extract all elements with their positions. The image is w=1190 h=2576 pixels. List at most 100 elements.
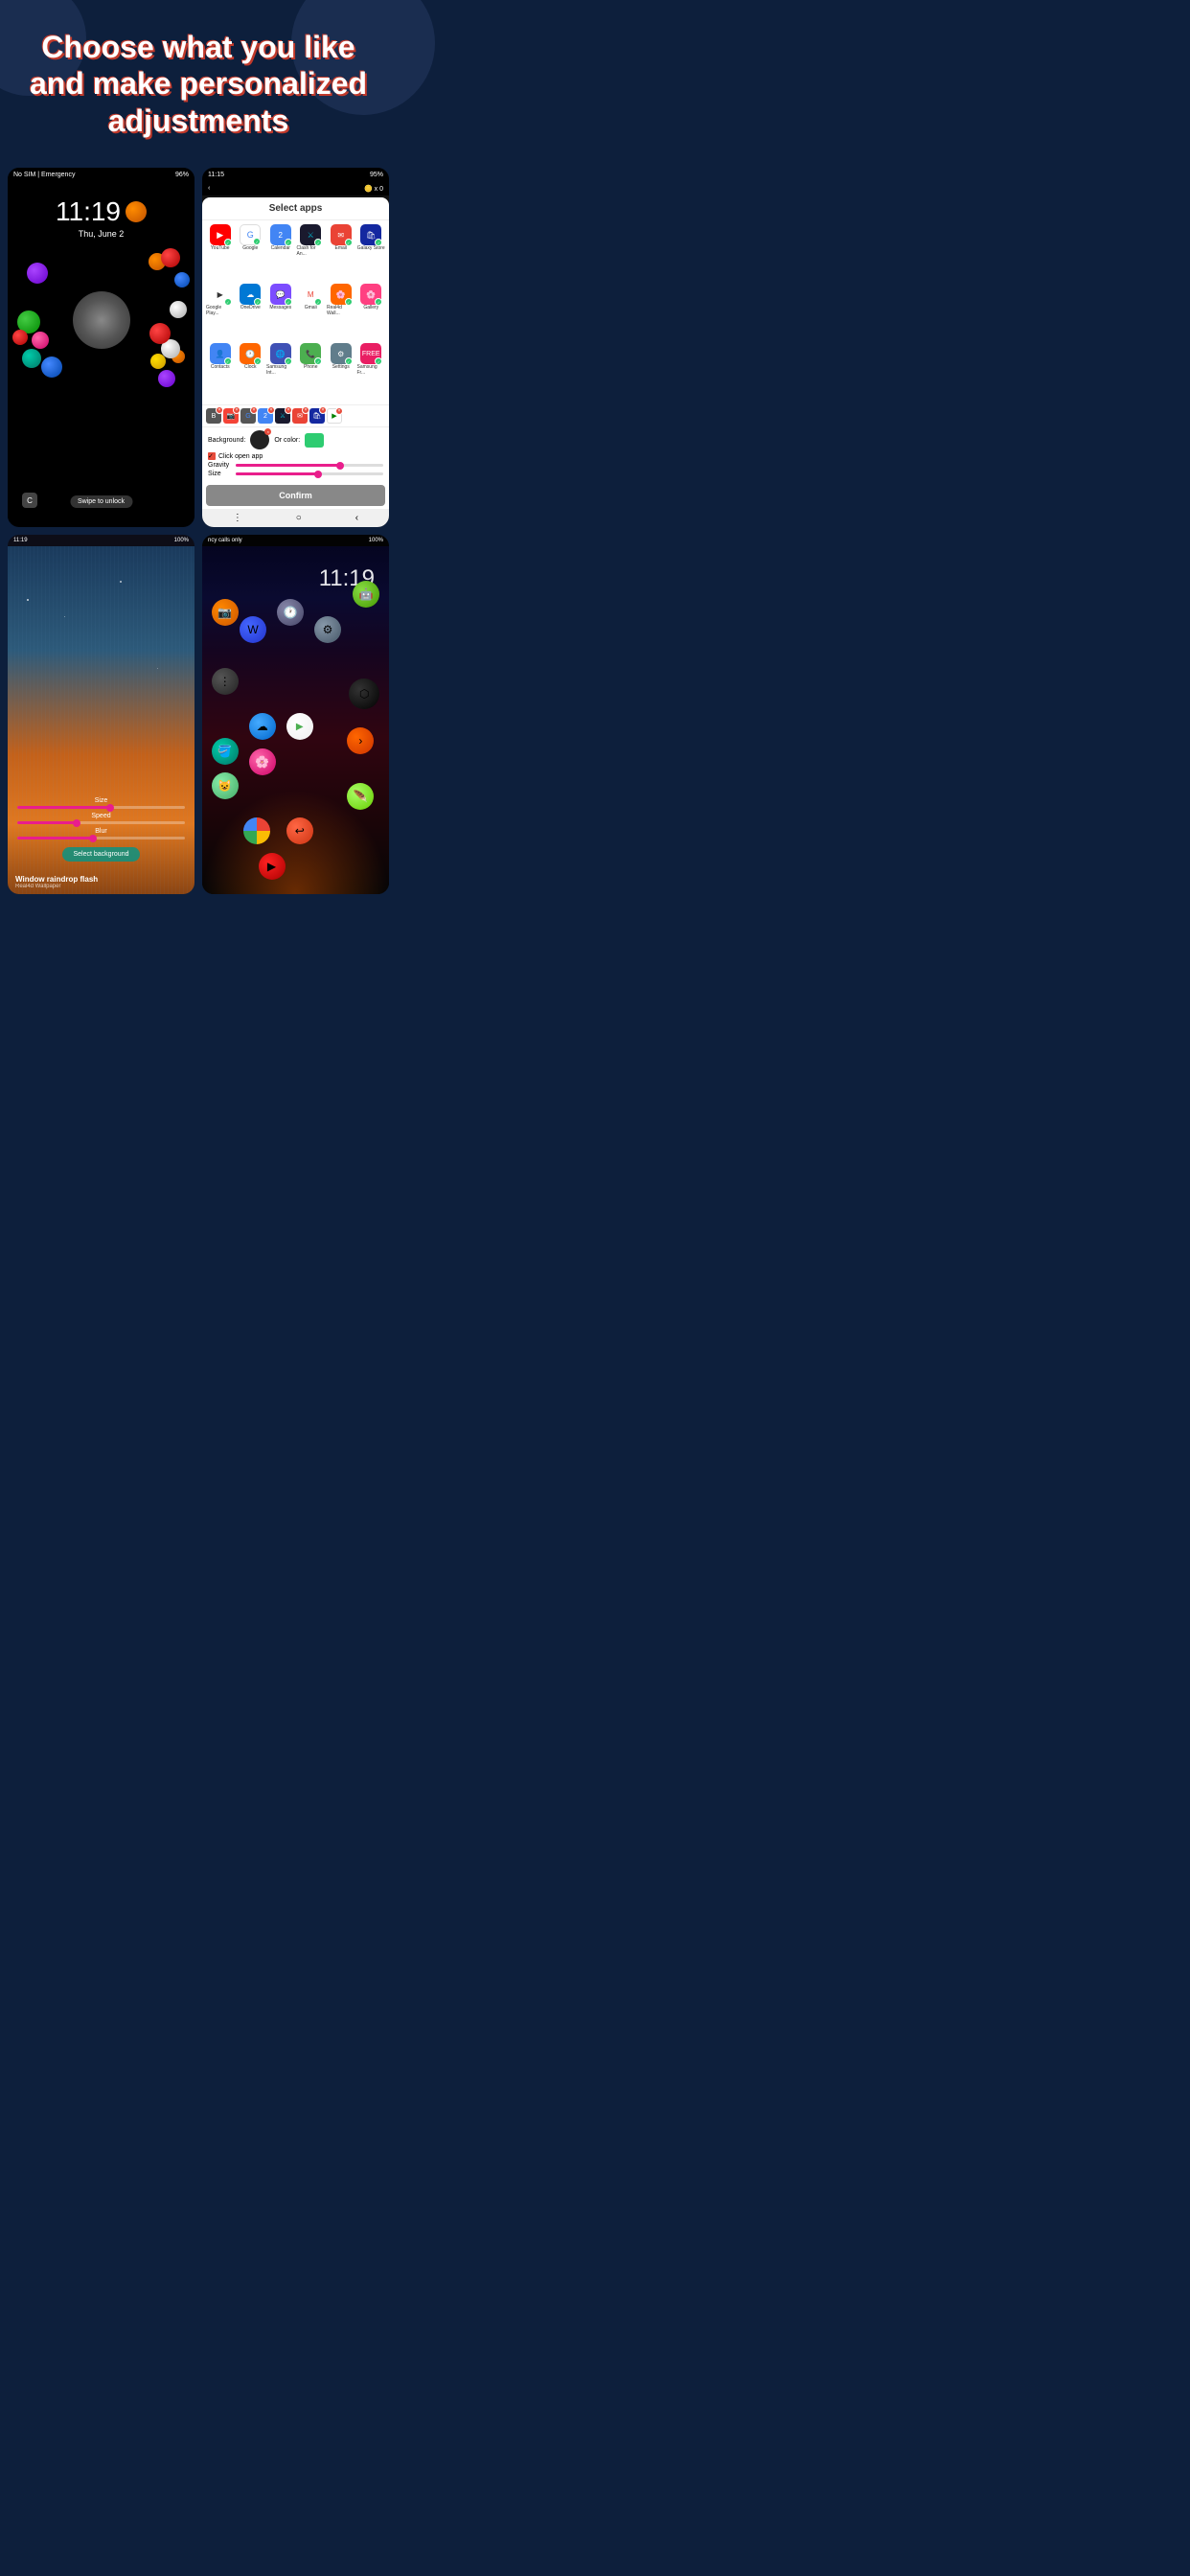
- app-item-google[interactable]: G✓ Google: [237, 224, 265, 282]
- nav-home-icon[interactable]: ○: [296, 513, 302, 523]
- bg-thumbnail[interactable]: ×: [250, 430, 269, 449]
- google-label: Google: [242, 245, 258, 251]
- onedrive-label: OneDrive: [240, 305, 261, 310]
- phone4-status-left: ncy calls only: [208, 538, 242, 543]
- nav-back-icon[interactable]: ‹: [355, 513, 358, 523]
- gallery-icon: 🌸✓: [360, 284, 381, 305]
- phone3-bottom-text: Window raindrop flash Real4d Wallpaper: [15, 875, 98, 889]
- google-icon: G✓: [240, 224, 261, 245]
- app-item-galaxy[interactable]: 🛍✓ Galaxy Store: [357, 224, 386, 282]
- phone4-city: ncy calls only 100% 11:19 📷 W 🕐 ⚙ 🤖: [202, 535, 389, 894]
- selected-brawl[interactable]: B×: [206, 408, 221, 424]
- check-badge: ✓: [254, 357, 262, 365]
- play-label: Google Play...: [206, 305, 235, 316]
- phone3-body: Size Speed Blur: [8, 546, 195, 894]
- bg-remove-icon[interactable]: ×: [264, 428, 271, 435]
- contacts-label: Contacts: [211, 364, 230, 370]
- remove-icon[interactable]: ×: [267, 406, 275, 414]
- selected-play[interactable]: ▶×: [327, 408, 342, 424]
- app-item-samsungfr[interactable]: FREE✓ Samsung Fr...: [357, 343, 386, 401]
- app-item-youtube[interactable]: ▶✓ YouTube: [206, 224, 235, 282]
- youtube-icon: ▶✓: [210, 224, 231, 245]
- dialog-settings: Background: × Or color: ✓ Click open app…: [202, 427, 389, 482]
- phone3-title: Window raindrop flash: [15, 875, 98, 884]
- remove-icon[interactable]: ×: [335, 407, 343, 415]
- dandelion-area: [8, 243, 195, 397]
- ball-7: [12, 330, 28, 345]
- app-item-contacts[interactable]: 👤✓ Contacts: [206, 343, 235, 401]
- remove-icon[interactable]: ×: [319, 406, 327, 414]
- or-color-label: Or color:: [274, 437, 300, 444]
- check-badge: ✓: [375, 298, 382, 306]
- phone3-controls: Size Speed Blur: [8, 797, 195, 865]
- app-item-clock[interactable]: 🕐✓ Clock: [237, 343, 265, 401]
- app-item-play[interactable]: ▶✓ Google Play...: [206, 284, 235, 341]
- app-item-email[interactable]: ✉✓ Email: [327, 224, 355, 282]
- speed-slider[interactable]: [17, 821, 185, 824]
- check-badge: ✓: [224, 357, 232, 365]
- remove-icon[interactable]: ×: [250, 406, 258, 414]
- remove-icon[interactable]: ×: [233, 406, 240, 414]
- app-item-samsungi[interactable]: 🌐✓ Samsung Int...: [266, 343, 295, 401]
- nav-menu-icon[interactable]: ⋮: [233, 513, 242, 523]
- app-item-gmail[interactable]: M✓ Gmail: [297, 284, 326, 341]
- confirm-button[interactable]: Confirm: [206, 485, 385, 506]
- unity-icon: ⬡: [349, 678, 379, 709]
- gravity-row: Gravity: [208, 462, 383, 469]
- samsungi-icon: 🌐✓: [270, 343, 291, 364]
- speed-control: Speed: [17, 813, 185, 824]
- android-icon: 🤖: [353, 581, 379, 608]
- email-label: Email: [334, 245, 347, 251]
- remove-icon[interactable]: ×: [216, 406, 223, 414]
- screenshots-grid: No SIM | Emergency 96% 11:19 Thu, June 2: [0, 158, 397, 913]
- waze-icon: W: [240, 616, 266, 643]
- app-item-phone[interactable]: 📞✓ Phone: [297, 343, 326, 401]
- feather-icon: 🪶: [347, 783, 374, 810]
- selected-camera[interactable]: 📷×: [223, 408, 239, 424]
- app-item-calendar[interactable]: 2✓ Calendar: [266, 224, 295, 282]
- phone1-status-bar: No SIM | Emergency 96%: [8, 168, 195, 182]
- app-item-real4d[interactable]: 🌸✓ Real4d Wall...: [327, 284, 355, 341]
- gallery-label: Gallery: [363, 305, 378, 310]
- app-grid: ▶✓ YouTube G✓ Google 2✓ Calendar ⚔✓ Clas…: [202, 220, 389, 404]
- selected-galaxy[interactable]: 🛍×: [309, 408, 325, 424]
- coin-count: 🪙 x 0: [364, 185, 383, 193]
- selected-g[interactable]: G×: [240, 408, 256, 424]
- click-open-label: Click open app: [218, 453, 263, 460]
- gravity-slider[interactable]: [236, 464, 383, 467]
- select-background-button[interactable]: Select background: [62, 847, 141, 862]
- ball-3: [174, 272, 190, 288]
- selected-clash[interactable]: ⚔×: [275, 408, 290, 424]
- settings-label: Settings: [332, 364, 350, 370]
- size-slider[interactable]: [17, 806, 185, 809]
- selected-email[interactable]: ✉×: [292, 408, 308, 424]
- blur-slider[interactable]: [17, 837, 185, 840]
- play-float-icon: ▶: [286, 713, 313, 740]
- samsungfr-label: Samsung Fr...: [357, 364, 386, 376]
- c-icon: C: [22, 493, 37, 508]
- phone1-body: 11:19 Thu, June 2: [8, 182, 195, 522]
- clock-label: Clock: [244, 364, 257, 370]
- back-arrow[interactable]: ‹: [208, 185, 210, 193]
- phone2-navbar: ⋮ ○ ‹: [202, 509, 389, 527]
- phone2-select-apps: 11:15 95% ‹ 🪙 x 0 Select apps ▶✓ YouTube…: [202, 168, 389, 527]
- swipe-label: Swipe to unlock: [70, 495, 132, 508]
- remove-icon[interactable]: ×: [302, 406, 309, 414]
- app-item-onedrive[interactable]: ☁✓ OneDrive: [237, 284, 265, 341]
- real4d-icon: 🌸✓: [331, 284, 352, 305]
- phone3-raindrop: 11:19 100% Size Speed: [8, 535, 195, 894]
- app-item-settings[interactable]: ⚙✓ Settings: [327, 343, 355, 401]
- ball-14: [32, 332, 49, 349]
- app-item-clash[interactable]: ⚔✓ Clash for An...: [297, 224, 326, 282]
- size-slider[interactable]: [236, 472, 383, 475]
- remove-icon[interactable]: ×: [285, 406, 292, 414]
- phone-icon: 📞✓: [300, 343, 321, 364]
- color-swatch[interactable]: [305, 433, 324, 448]
- selected-cal[interactable]: 2×: [258, 408, 273, 424]
- youtube-label: YouTube: [211, 245, 230, 251]
- click-open-row: ✓ Click open app: [208, 452, 383, 460]
- cloud-float-icon: ☁: [249, 713, 276, 740]
- app-item-messages[interactable]: 💬✓ Messages: [266, 284, 295, 341]
- click-open-checkbox[interactable]: ✓: [208, 452, 216, 460]
- app-item-gallery[interactable]: 🌸✓ Gallery: [357, 284, 386, 341]
